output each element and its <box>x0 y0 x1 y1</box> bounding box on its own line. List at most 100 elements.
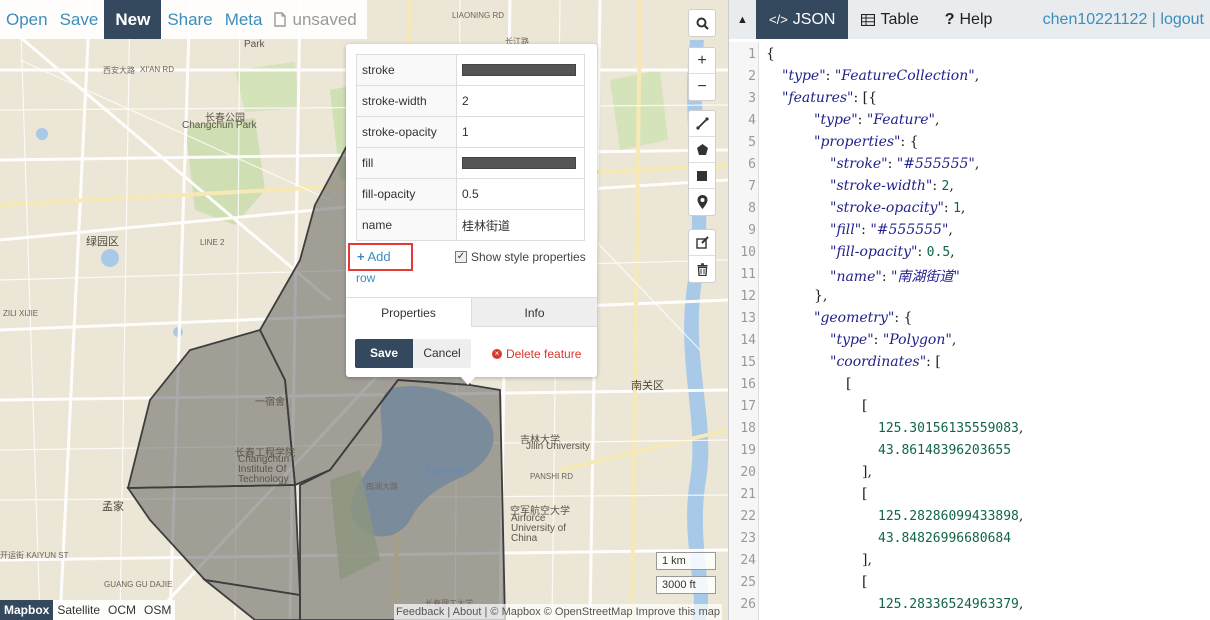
trash-icon[interactable] <box>689 256 715 282</box>
checkbox[interactable]: ✓ <box>455 251 467 263</box>
code-line: "fill": "#555555", <box>830 222 953 238</box>
zoom-in-icon[interactable]: + <box>689 48 715 74</box>
meta-button[interactable]: Meta <box>219 0 269 39</box>
username-link[interactable]: chen10221122 <box>1043 11 1148 28</box>
property-key[interactable]: stroke-width <box>356 85 457 117</box>
code-line: 125.28286099433898, <box>878 508 1024 524</box>
tab-json-label: JSON <box>792 11 836 28</box>
line-number: 25 <box>740 575 756 590</box>
zoom-out-icon[interactable]: − <box>689 74 715 100</box>
show-style-toggle[interactable]: ✓ Show style properties <box>455 250 586 264</box>
open-button[interactable]: Open <box>0 0 54 39</box>
side-panel: ▲ </> JSON Table ? Help chen10221122 | l… <box>728 0 1210 620</box>
user-menu: chen10221122 | logout <box>1043 0 1210 39</box>
new-button[interactable]: New <box>104 0 162 39</box>
table-row: name 桂林街道 <box>356 209 585 241</box>
draw-line-icon[interactable] <box>689 111 715 137</box>
search-icon[interactable] <box>689 10 715 36</box>
code-line: "type": "Feature", <box>814 112 940 128</box>
collapse-icon[interactable]: ▲ <box>729 0 756 39</box>
line-number: 10 <box>740 245 756 260</box>
code-icon: </> <box>769 12 788 27</box>
code-line: [ <box>846 376 852 392</box>
line-number: 12 <box>740 289 756 304</box>
save-status: unsaved <box>268 0 366 39</box>
tab-help[interactable]: ? Help <box>932 0 1006 39</box>
json-editor[interactable]: 1 2 3 4 5 6 7 8 9 10 11 12 13 14 15 16 17 18 19 20 21 22 23 24 2… <box>729 42 1210 620</box>
color-swatch[interactable] <box>462 157 576 169</box>
property-value[interactable] <box>456 54 585 86</box>
tab-json[interactable]: </> JSON <box>756 0 849 39</box>
layer-ocm[interactable]: OCM <box>104 600 140 620</box>
property-key[interactable]: stroke-opacity <box>356 116 457 148</box>
property-key[interactable]: fill <box>356 147 457 179</box>
line-number: 22 <box>740 509 756 524</box>
show-style-label: Show style properties <box>471 250 586 264</box>
tab-table-label: Table <box>880 11 919 28</box>
line-number: 5 <box>748 135 756 150</box>
line-number: 19 <box>740 443 756 458</box>
draw-rectangle-icon[interactable] <box>689 163 715 189</box>
line-number: 1 <box>748 47 756 62</box>
table-row: fill <box>356 147 585 179</box>
delete-feature-button[interactable]: × Delete feature <box>492 347 581 361</box>
line-number: 21 <box>740 487 756 502</box>
map-canvas[interactable]: LIAONING RD 长江路 Park 西安大路 XI'AN RD 长春公园 … <box>0 0 728 620</box>
draw-polygon-icon[interactable] <box>689 137 715 163</box>
share-button[interactable]: Share <box>161 0 218 39</box>
code-line: "coordinates": [ <box>830 354 941 370</box>
property-key[interactable]: stroke <box>356 54 457 86</box>
line-number: 4 <box>748 113 756 128</box>
layer-osm[interactable]: OSM <box>140 600 175 620</box>
line-number: 17 <box>740 399 756 414</box>
add-row-label-continued[interactable]: row <box>356 271 375 285</box>
table-row: stroke-opacity 1 <box>356 116 585 148</box>
property-value[interactable] <box>456 147 585 179</box>
save-feature-button[interactable]: Save <box>355 339 413 368</box>
layer-mapbox[interactable]: Mapbox <box>0 600 54 620</box>
layer-switcher: Mapbox Satellite OCM OSM <box>0 600 176 620</box>
tab-info[interactable]: Info <box>471 298 597 327</box>
draw-marker-icon[interactable] <box>689 189 715 215</box>
code-line: "stroke-width": 2, <box>830 178 954 194</box>
line-gutter: 1 2 3 4 5 6 7 8 9 10 11 12 13 14 15 16 17 18 19 20 21 22 23 24 2… <box>729 42 759 620</box>
popup-actions: Save Cancel <box>355 339 471 368</box>
property-value[interactable]: 0.5 <box>456 178 585 210</box>
plus-icon: + <box>357 249 365 264</box>
line-number: 20 <box>740 465 756 480</box>
code-line: [ <box>862 398 868 414</box>
code-line: "stroke": "#555555", <box>830 156 980 172</box>
line-number: 26 <box>740 597 756 612</box>
code-line: ], <box>862 552 872 568</box>
panel-header: ▲ </> JSON Table ? Help chen10221122 | l… <box>729 0 1210 39</box>
draw-control <box>688 110 716 216</box>
code-line: "fill-opacity": 0.5, <box>830 244 955 260</box>
remove-icon: × <box>492 349 502 359</box>
code-line: "stroke-opacity": 1, <box>830 200 966 216</box>
property-value[interactable]: 桂林街道 <box>456 209 585 241</box>
cancel-button[interactable]: Cancel <box>413 339 471 368</box>
edit-control <box>688 229 716 283</box>
edit-icon[interactable] <box>689 230 715 256</box>
logout-link[interactable]: logout <box>1160 11 1204 28</box>
property-value[interactable]: 2 <box>456 85 585 117</box>
code-line: { <box>766 46 775 62</box>
line-number: 9 <box>748 223 756 238</box>
line-number: 15 <box>740 355 756 370</box>
add-row-button[interactable]: + Add <box>348 243 413 271</box>
help-icon: ? <box>944 11 955 28</box>
line-number: 14 <box>740 333 756 348</box>
layer-satellite[interactable]: Satellite <box>53 600 104 620</box>
tab-table[interactable]: Table <box>848 0 931 39</box>
color-swatch[interactable] <box>462 64 576 76</box>
map-attribution[interactable]: Feedback | About | © Mapbox © OpenStreet… <box>394 604 722 620</box>
code-line: [ <box>862 574 868 590</box>
save-button[interactable]: Save <box>54 0 105 39</box>
popup-pointer <box>460 376 476 385</box>
property-key[interactable]: name <box>356 209 457 241</box>
property-value[interactable]: 1 <box>456 116 585 148</box>
code-line: "properties": { <box>814 134 919 150</box>
tab-properties[interactable]: Properties <box>346 298 471 327</box>
line-number: 11 <box>740 267 756 282</box>
property-key[interactable]: fill-opacity <box>356 178 457 210</box>
